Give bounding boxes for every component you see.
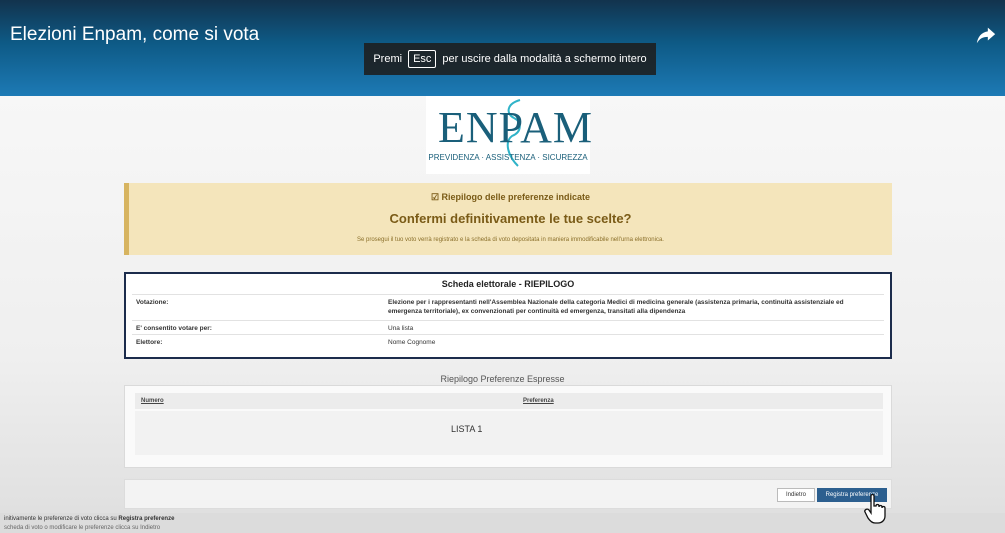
back-button[interactable]: Indietro xyxy=(777,488,815,502)
ballot-row-value: Una lista xyxy=(388,325,414,332)
ballot-row-elettore: Elettore: Nome Cognome xyxy=(132,334,884,355)
preferences-table-header: Numero Preferenza xyxy=(135,393,883,409)
instruction-text-pre: initivamente le preferenze di voto clicc… xyxy=(4,516,117,522)
ballot-summary-card: Scheda elettorale - RIEPILOGO Votazione:… xyxy=(124,272,892,359)
ballot-page: ENPAM PREVIDENZA · ASSISTENZA · SICUREZZ… xyxy=(0,96,1005,533)
ballot-row-label: Votazione: xyxy=(136,299,169,306)
preferences-title: Riepilogo Preferenze Espresse xyxy=(440,374,565,384)
column-header-numero[interactable]: Numero xyxy=(141,398,164,404)
fullscreen-toast: Premi Esc per uscire dalla modalità a sc… xyxy=(364,43,656,75)
ballot-summary-title: Scheda elettorale - RIEPILOGO xyxy=(441,279,575,289)
video-overlay-bar: Elezioni Enpam, come si vota Premi Esc p… xyxy=(0,0,1005,96)
instruction-text-line2: scheda di voto o modificare le preferenz… xyxy=(4,525,161,531)
logo-wordmark: ENPAM xyxy=(438,103,593,152)
table-row: LISTA 1 xyxy=(135,411,883,455)
instruction-strip: initivamente le preferenze di voto clicc… xyxy=(0,513,1005,533)
ballot-row-votazione: Votazione: Elezione per i rappresentanti… xyxy=(132,294,884,321)
confirmation-note: Se prosegui il tuo voto verrà registrato… xyxy=(357,237,664,243)
ballot-row-value: Elezione per i rappresentanti nell'Assem… xyxy=(388,299,844,315)
esc-key-badge: Esc xyxy=(408,50,437,68)
instruction-text-bold: Registra preferenze xyxy=(118,516,175,522)
toast-text-post: per uscire dalla modalità a schermo inte… xyxy=(442,53,647,65)
column-header-preferenza[interactable]: Preferenza xyxy=(523,398,554,404)
toast-text-pre: Premi xyxy=(373,53,403,65)
preferences-table: Numero Preferenza LISTA 1 xyxy=(124,385,892,468)
share-arrow-icon[interactable] xyxy=(975,24,997,46)
ballot-row-value: Nome Cognome xyxy=(388,339,436,346)
ballot-row-label: Elettore: xyxy=(136,339,163,346)
enpam-logo: ENPAM PREVIDENZA · ASSISTENZA · SICUREZZ… xyxy=(426,96,593,174)
ballot-row-consentito: E' consentito votare per: Una lista xyxy=(132,320,884,334)
logo-tagline: PREVIDENZA · ASSISTENZA · SICUREZZA xyxy=(428,153,588,162)
preference-value: LISTA 1 xyxy=(451,424,483,434)
instruction-text: initivamente le preferenze di voto clicc… xyxy=(4,516,174,522)
confirmation-alert: ☑ Riepilogo delle preferenze indicate Co… xyxy=(124,183,892,255)
mouse-pointer-icon xyxy=(864,494,886,524)
ballot-row-label: E' consentito votare per: xyxy=(136,325,212,332)
action-bar: Indietro Registra preferenze xyxy=(124,479,892,509)
confirmation-heading: ☑ Riepilogo delle preferenze indicate xyxy=(430,192,591,202)
confirmation-title: Confermi definitivamente le tue scelte? xyxy=(389,211,632,226)
video-title[interactable]: Elezioni Enpam, come si vota xyxy=(10,24,259,46)
